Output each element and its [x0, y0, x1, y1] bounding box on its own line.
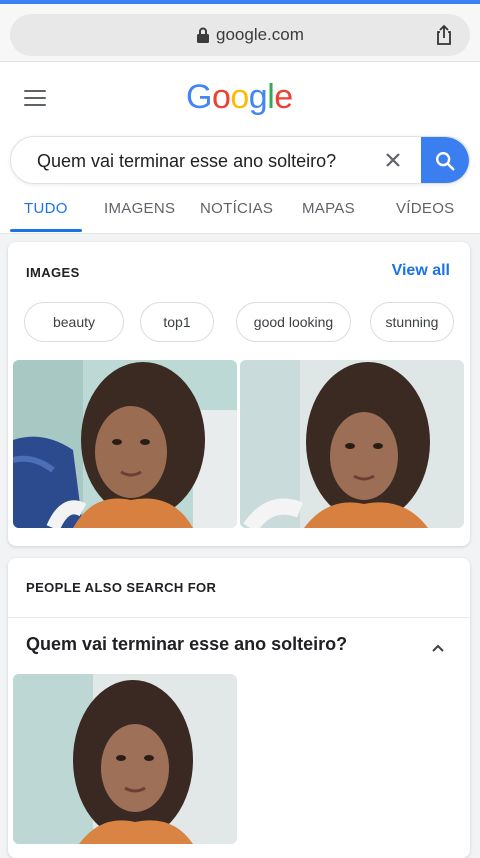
clear-search-button[interactable] — [381, 148, 405, 172]
url-text: google.com — [216, 25, 304, 44]
chip-top1[interactable]: top1 — [140, 302, 214, 342]
search-icon — [436, 152, 455, 171]
chip-beauty[interactable]: beauty — [24, 302, 124, 342]
logo-letter: o — [230, 78, 249, 116]
image-result-1[interactable] — [13, 360, 237, 528]
portrait-photo — [13, 674, 237, 844]
tab-tudo[interactable]: TUDO — [24, 200, 68, 217]
search-tabs: TUDO IMAGENS NOTÍCIAS MAPAS VÍDEOS — [0, 196, 480, 234]
chip-good-looking[interactable]: good looking — [236, 302, 351, 342]
share-icon[interactable] — [432, 23, 456, 47]
menu-icon[interactable] — [24, 90, 46, 106]
portrait-photo — [13, 360, 237, 528]
people-also-search-card: PEOPLE ALSO SEARCH FOR Quem vai terminar… — [8, 558, 470, 858]
address-bar-content: google.com — [196, 25, 304, 45]
chip-stunning[interactable]: stunning — [370, 302, 454, 342]
images-card: IMAGES View all beauty top1 good looking… — [8, 242, 470, 546]
tab-noticias[interactable]: NOTÍCIAS — [200, 200, 273, 217]
images-card-title: IMAGES — [26, 265, 80, 280]
google-header: Google Quem vai terminar esse ano soltei… — [0, 62, 480, 234]
search-box[interactable]: Quem vai terminar esse ano solteiro? — [10, 136, 470, 184]
tab-videos[interactable]: VÍDEOS — [396, 200, 454, 217]
related-image[interactable] — [13, 674, 237, 844]
logo-letter: e — [274, 78, 293, 116]
view-all-link[interactable]: View all — [392, 262, 450, 280]
tab-mapas[interactable]: MAPAS — [302, 200, 355, 217]
people-also-search-title: PEOPLE ALSO SEARCH FOR — [26, 580, 217, 595]
logo-letter: g — [248, 78, 268, 116]
chevron-up-icon[interactable] — [430, 640, 446, 656]
address-bar[interactable]: google.com — [10, 14, 470, 56]
google-logo[interactable]: Google — [186, 78, 293, 117]
logo-letter: G — [186, 78, 212, 116]
search-input[interactable]: Quem vai terminar esse ano solteiro? — [37, 151, 336, 172]
lock-icon — [197, 27, 209, 43]
logo-letter: o — [211, 78, 231, 116]
close-icon — [386, 153, 400, 167]
image-result-2[interactable] — [240, 360, 464, 528]
divider — [8, 617, 470, 618]
portrait-photo — [240, 360, 464, 528]
browser-toolbar: google.com — [0, 4, 480, 62]
tab-imagens[interactable]: IMAGENS — [104, 200, 175, 217]
active-tab-indicator — [10, 229, 82, 232]
search-button[interactable] — [421, 137, 469, 183]
related-question[interactable]: Quem vai terminar esse ano solteiro? — [26, 634, 347, 655]
